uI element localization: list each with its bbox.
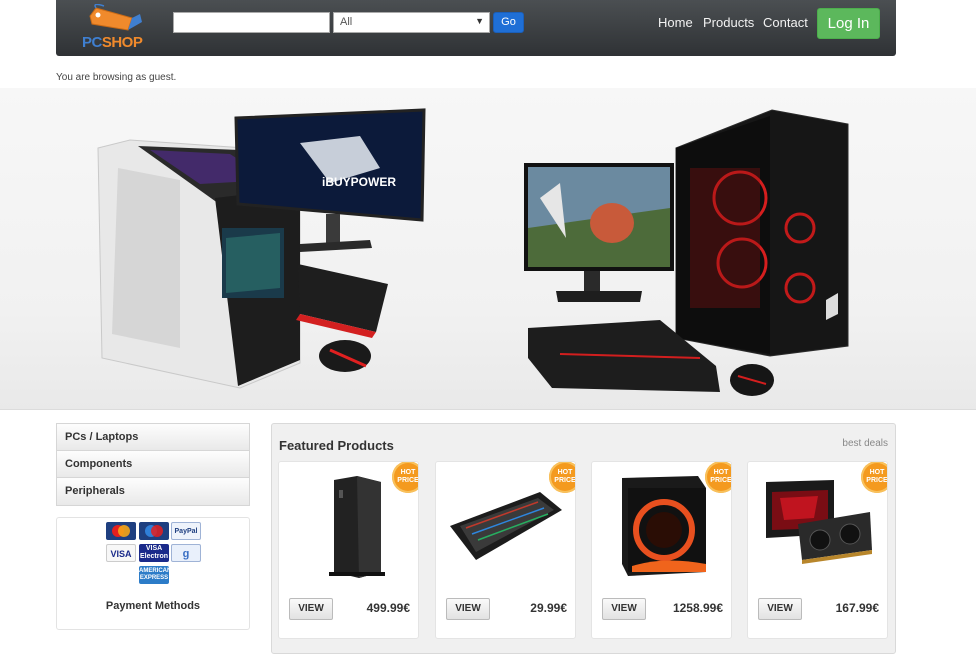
product-card[interactable]: HOT PRICE VIEW 167.99€ (747, 461, 888, 639)
hero-banner: iBUYPOWER (0, 88, 976, 410)
category-peripherals[interactable]: Peripherals (57, 478, 249, 505)
payment-methods-label: Payment Methods (105, 600, 201, 612)
view-button[interactable]: VIEW (446, 598, 490, 620)
product-price: 499.99€ (366, 601, 410, 615)
view-button[interactable]: VIEW (289, 598, 333, 620)
paypal-icon: PayPal (171, 522, 201, 540)
product-card[interactable]: HOT PRICE VIEW 499.99€ (278, 461, 419, 639)
mastercard-icon (106, 522, 136, 540)
tag-logo-icon (89, 4, 142, 31)
featured-subtitle: best deals (842, 438, 888, 449)
keyboard-icon (450, 492, 562, 560)
product-price: 29.99€ (530, 601, 567, 615)
hot-price-badge: HOT PRICE (549, 462, 575, 493)
category-menu: PCs / Laptops Components Peripherals (56, 423, 250, 506)
category-pcs-laptops[interactable]: PCs / Laptops (57, 424, 249, 451)
pc-case-icon (329, 476, 385, 578)
category-select[interactable]: All ▼ (333, 12, 490, 33)
graphics-card-icon (766, 480, 872, 564)
logo-text: PCSHOP (82, 34, 143, 51)
product-card[interactable]: HOT PRICE VIEW 1258.99€ (591, 461, 732, 639)
nav-contact[interactable]: Contact (763, 15, 808, 30)
hero-gaming-pc-image: iBUYPOWER (97, 108, 849, 396)
top-navbar: PCSHOP All ▼ Go Home Products Contact Lo… (56, 0, 896, 56)
product-card[interactable]: HOT PRICE VIEW 29.99€ (435, 461, 576, 639)
view-button[interactable]: VIEW (602, 598, 646, 620)
featured-products-panel: Featured Products best deals HOT PRICE VI… (271, 423, 896, 654)
visa-icon: VISA (106, 544, 136, 562)
category-components[interactable]: Components (57, 451, 249, 478)
login-button[interactable]: Log In (817, 8, 880, 39)
search-input[interactable] (173, 12, 330, 33)
nav-home[interactable]: Home (658, 15, 693, 30)
logo-shop-text: SHOP (101, 34, 143, 51)
product-price: 167.99€ (835, 601, 879, 615)
guest-notice: You are browsing as guest. (56, 72, 177, 83)
payment-methods-panel: PayPal VISA VISA Electron g AMERICAN EXPRE… (56, 517, 250, 630)
view-button[interactable]: VIEW (758, 598, 802, 620)
american-express-icon: AMERICAN EXPRESS (139, 566, 171, 584)
dropdown-arrow-icon: ▼ (475, 16, 484, 26)
hot-price-badge: HOT PRICE (705, 462, 731, 493)
hot-price-badge: HOT PRICE (861, 462, 887, 493)
nav-products[interactable]: Products (703, 15, 754, 30)
category-select-value: All (340, 16, 353, 28)
visa-electron-icon: VISA Electron (139, 544, 169, 562)
featured-title: Featured Products (279, 438, 394, 453)
cpu-box-icon (622, 476, 706, 576)
product-price: 1258.99€ (672, 601, 723, 615)
google-wallet-icon: g (171, 544, 201, 562)
maestro-icon (139, 522, 169, 540)
site-logo[interactable]: PCSHOP (82, 4, 148, 52)
search-go-button[interactable]: Go (493, 12, 524, 33)
logo-pc-text: PC (82, 34, 102, 51)
hot-price-badge: HOT PRICE (392, 462, 418, 493)
hero-brand-text: iBUYPOWER (322, 175, 396, 189)
